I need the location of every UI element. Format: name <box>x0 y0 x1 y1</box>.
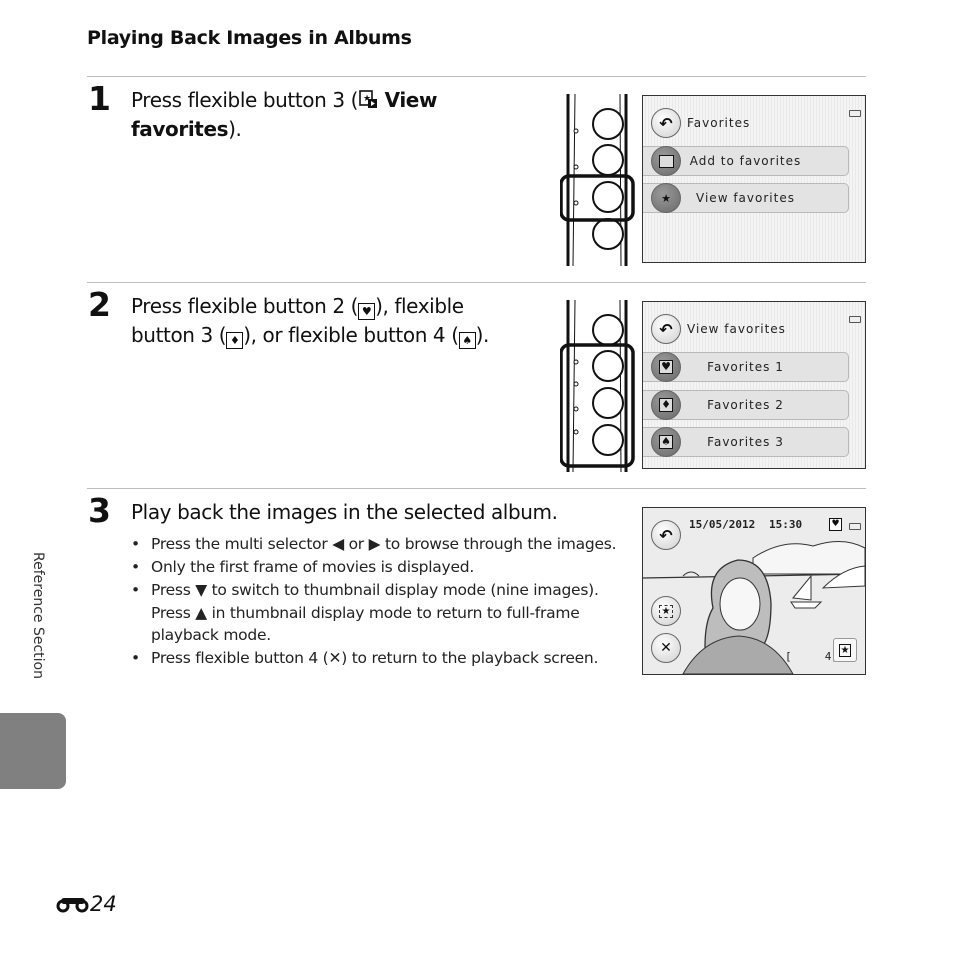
back-arrow-icon: ↶ <box>659 525 673 545</box>
side-label-text: Reference Section <box>30 552 46 679</box>
back-button[interactable]: ↶ <box>651 520 681 550</box>
favorites-spade-icon: ♠ <box>458 332 476 349</box>
camera-flexible-buttons <box>560 300 635 472</box>
step-text-part: ), flexible <box>375 294 464 318</box>
step-2-text: Press flexible button 2 (♥), flexible bu… <box>131 292 551 350</box>
close-button[interactable]: ✕ <box>651 633 681 663</box>
favorites-diamond-icon: ♦ <box>659 398 673 412</box>
view-favorites-icon: ★ <box>359 90 378 108</box>
bullet-text: ) to return to the playback screen. <box>341 649 599 667</box>
camera-screen-playback: ↶ 15/05/2012 15:30 ♥ ★ ✕ [ 4] ★ <box>642 507 866 675</box>
album-indicator-button[interactable]: ★ <box>833 638 857 662</box>
bullet-text: to browse through the images. <box>380 535 617 553</box>
step-number: 1 <box>88 79 111 118</box>
step-text-part: button 3 ( <box>131 323 227 347</box>
bullet-text: or <box>343 535 369 553</box>
back-button[interactable]: ↶ <box>651 108 681 138</box>
step-text-part: ), or flexible button 4 ( <box>243 323 459 347</box>
flexible-button-4 <box>592 424 624 456</box>
menu-header: View favorites <box>687 322 786 336</box>
back-arrow-icon: ↶ <box>659 319 673 339</box>
step-number: 2 <box>88 285 111 324</box>
bullet-text: Only the first frame of movies is displa… <box>151 558 475 576</box>
step-text-part: Press flexible button 2 ( <box>131 294 359 318</box>
bullet-item: Only the first frame of movies is displa… <box>131 556 621 579</box>
favorites-diamond-icon: ♦ <box>226 332 244 349</box>
bullet-text: in thumbnail display mode to return to f… <box>151 603 580 645</box>
divider <box>87 76 866 77</box>
favorites-album-button[interactable]: ★ <box>651 596 681 626</box>
back-button[interactable]: ↶ <box>651 314 681 344</box>
bullet-text: Press <box>151 581 196 599</box>
view-favorites-icon: ★ <box>661 191 671 205</box>
view-favorites-button[interactable]: ★ <box>651 183 681 213</box>
frame-counter: [ 4] <box>785 650 838 663</box>
camera-flexible-buttons <box>560 94 635 266</box>
side-label: Reference Section <box>26 552 46 702</box>
up-arrow-icon: ▲ <box>195 603 207 622</box>
book-icon <box>658 154 674 168</box>
favorites-heart-icon: ♥ <box>829 518 842 531</box>
time-stamp: 15:30 <box>769 518 803 531</box>
close-icon: ✕ <box>328 649 342 667</box>
flexible-button-3 <box>592 387 624 419</box>
favorites-heart-icon: ♥ <box>659 360 673 374</box>
step-3-text: Play back the images in the selected alb… <box>131 500 558 524</box>
step-text-part: Press flexible button 3 ( <box>131 88 359 112</box>
step-3-bullets: Press the multi selector ◀ or ▶ to brows… <box>131 533 621 670</box>
favorites-3-button[interactable]: ♠ <box>651 427 681 457</box>
flexible-button-1 <box>592 314 624 346</box>
divider <box>87 282 866 283</box>
bullet-item: Press flexible button 4 (✕) to return to… <box>131 647 621 670</box>
favorites-heart-icon: ♥ <box>358 303 376 320</box>
flexible-button-3 <box>592 181 624 213</box>
flexible-button-2 <box>592 350 624 382</box>
date-stamp: 15/05/2012 <box>689 518 756 531</box>
section-title: Playing Back Images in Albums <box>87 27 412 49</box>
favorite-star-icon: ★ <box>838 643 852 657</box>
close-icon: ✕ <box>660 640 672 656</box>
battery-icon <box>849 110 861 117</box>
down-arrow-icon: ▼ <box>195 581 207 599</box>
right-arrow-icon: ▶ <box>368 535 381 553</box>
left-arrow-icon: ◀ <box>332 535 344 553</box>
flexible-button-2 <box>592 144 624 176</box>
camera-screen-favorites-menu: ↶ Favorites Add to favorites View favori… <box>642 95 866 263</box>
step-number: 3 <box>88 491 111 530</box>
camera-screen-view-favorites: ↶ View favorites Favorites 1 ♥ Favorites… <box>642 301 866 469</box>
flexible-button-1 <box>592 108 624 140</box>
step-text-part: ). <box>228 117 242 141</box>
battery-icon <box>849 316 861 323</box>
battery-icon <box>849 523 861 530</box>
favorite-star-icon: ★ <box>658 604 674 618</box>
favorites-1-button[interactable]: ♥ <box>651 352 681 382</box>
page-number-text: 24 <box>90 892 117 916</box>
flexible-button-4 <box>592 218 624 250</box>
step-1-text: Press flexible button 3 (★ View favorite… <box>131 86 491 144</box>
bullet-item: Press ▼ to switch to thumbnail display m… <box>131 579 621 647</box>
menu-header: Favorites <box>687 116 751 130</box>
page-number: 24 <box>56 892 117 916</box>
favorites-2-button[interactable]: ♦ <box>651 390 681 420</box>
divider <box>87 488 866 489</box>
step-text-part: ). <box>475 323 490 347</box>
bullet-text: Press the multi selector <box>151 535 333 553</box>
bullet-text: Press flexible button 4 ( <box>151 649 329 667</box>
add-favorites-button[interactable] <box>651 146 681 176</box>
bullet-item: Press the multi selector ◀ or ▶ to brows… <box>131 533 621 556</box>
back-arrow-icon: ↶ <box>659 113 673 133</box>
reference-binoculars-icon <box>56 898 89 913</box>
favorites-spade-icon: ♠ <box>659 435 673 449</box>
section-tab <box>0 713 66 789</box>
